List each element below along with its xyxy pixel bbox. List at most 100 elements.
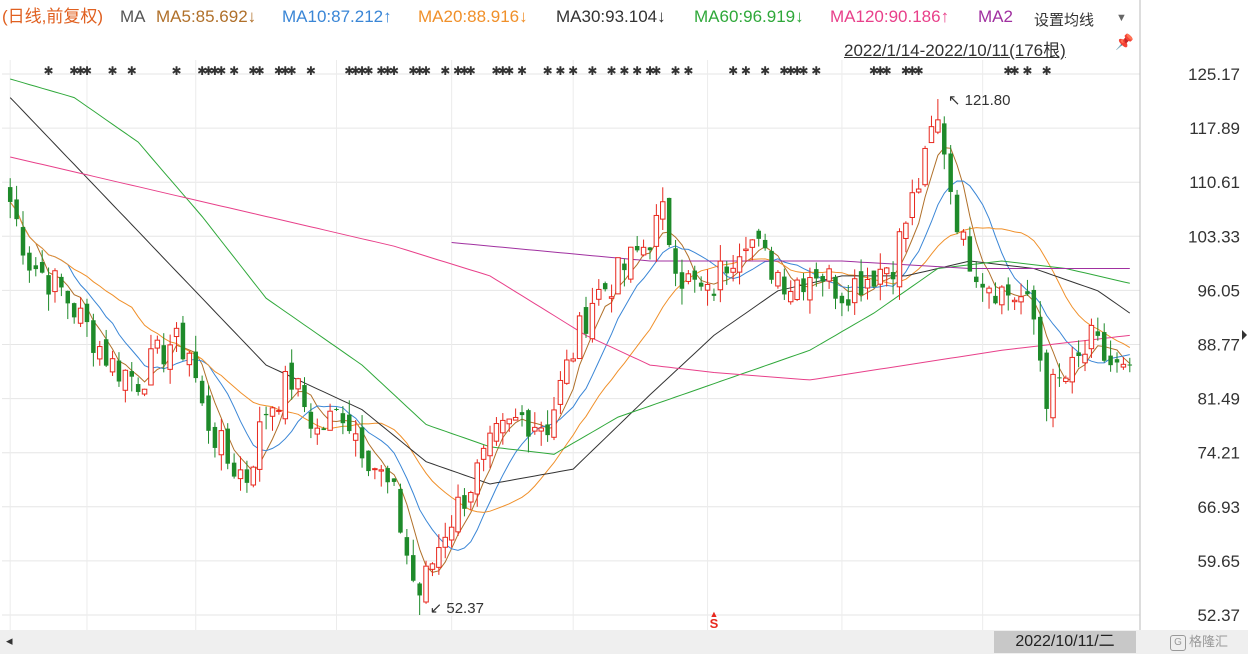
- candles: [7, 99, 1133, 615]
- candle-body-down: [7, 187, 13, 202]
- candle-body-up: [807, 277, 813, 301]
- candle-body-down: [698, 282, 704, 287]
- candle-body-up: [596, 288, 602, 300]
- candle-body-up: [717, 260, 724, 291]
- event-dot: ✱: [619, 64, 629, 78]
- candle-body-up: [736, 256, 743, 273]
- candle-body-down: [180, 322, 186, 360]
- candle-body-up: [935, 119, 941, 133]
- candle-body-up: [749, 239, 756, 248]
- candle-body-down: [993, 295, 998, 304]
- candle-body-down: [820, 276, 825, 282]
- candle-body-down: [1006, 284, 1011, 296]
- candle-body-up: [1088, 324, 1095, 350]
- candle-body-up: [448, 526, 455, 541]
- candle-body-up: [864, 278, 871, 289]
- candle-body-down: [212, 426, 218, 448]
- date-range-label[interactable]: 2022/1/14-2022/10/11(176根): [844, 36, 1066, 61]
- ma-legend-bar: (日线,前复权) MA MA5:85.692↓ MA10:87.212↑ MA20:88…: [0, 0, 1140, 34]
- event-dot: ✱: [798, 64, 808, 78]
- candle-body-up: [372, 468, 378, 471]
- candle-body-down: [967, 236, 973, 272]
- event-dot: ✱: [543, 64, 553, 78]
- ma250-line: [451, 242, 1130, 269]
- candle-body-down: [398, 488, 403, 533]
- candle-body-up: [986, 287, 992, 294]
- candle-body-down: [839, 295, 845, 304]
- candle-body-down: [289, 362, 294, 390]
- y-tick-label: 96.05: [1197, 281, 1240, 300]
- candle-body-down: [1031, 289, 1037, 320]
- watermark: G 格隆汇: [1170, 630, 1248, 654]
- candle-body-up: [141, 388, 148, 395]
- ma-settings-button[interactable]: 设置均线: [1034, 9, 1094, 30]
- candle-body-down: [833, 276, 838, 299]
- candle-body-down: [129, 371, 134, 377]
- event-dot: ✱: [760, 64, 770, 78]
- candle-body-down: [814, 269, 819, 279]
- event-dot: ✱: [82, 64, 92, 78]
- candle-body-up: [570, 358, 576, 362]
- candle-body-down: [347, 414, 352, 432]
- ma5-line: [9, 147, 1131, 573]
- candle-body-up: [423, 565, 429, 603]
- candle-body-down: [39, 261, 45, 273]
- candle-body-down: [14, 199, 19, 220]
- candle-body-up: [660, 201, 666, 220]
- candle-body-down: [1057, 377, 1062, 379]
- ma-legend-item: MA120:90.186↑: [830, 7, 950, 26]
- candle-body-up: [256, 421, 263, 470]
- candle-body-down: [20, 227, 26, 256]
- candle-body-up: [218, 430, 225, 456]
- candle-body-up: [436, 547, 442, 568]
- crosshair-date-tag: 2022/10/11/二: [994, 631, 1136, 653]
- ma-legend-item: MA20:88.916↓: [418, 7, 528, 26]
- candle-body-up: [154, 339, 161, 349]
- event-dot: ✱: [632, 64, 642, 78]
- candle-body-down: [225, 428, 230, 464]
- pin-icon[interactable]: 📌: [1115, 33, 1134, 51]
- candle-body-down: [385, 468, 390, 483]
- candle-body-down: [334, 408, 339, 410]
- event-dot: ✱: [306, 64, 316, 78]
- candle-body-up: [538, 427, 544, 432]
- candle-body-up: [276, 409, 282, 412]
- ma20-line: [9, 201, 1131, 513]
- event-dot: ✱: [1022, 64, 1032, 78]
- chevron-down-icon[interactable]: ▼: [1116, 12, 1127, 24]
- candle-body-up: [826, 268, 832, 282]
- candle-body-up: [564, 359, 570, 384]
- candle-body-up: [474, 462, 480, 495]
- candle-body-up: [730, 267, 736, 273]
- candle-body-down: [666, 197, 672, 246]
- candle-body-up: [77, 307, 84, 324]
- event-dot: ✱: [108, 64, 118, 78]
- y-tick-label: 59.65: [1197, 552, 1240, 571]
- candle-body-down: [711, 293, 717, 296]
- candle-body-down: [602, 283, 608, 290]
- candle-body-up: [928, 126, 935, 144]
- candle-body-down: [91, 320, 96, 353]
- candle-body-down: [948, 153, 953, 192]
- candle-body-down: [103, 339, 109, 366]
- event-dot: ✱: [882, 64, 892, 78]
- right-scroll-arrow-icon[interactable]: [1242, 330, 1247, 340]
- event-dot: ✱: [728, 64, 738, 78]
- candle-body-down: [762, 239, 768, 249]
- event-dot: ✱: [651, 64, 661, 78]
- candle-body-up: [794, 279, 800, 301]
- event-dot: ✱: [568, 64, 578, 78]
- ma-legend-item: MA2: [978, 7, 1013, 26]
- candle-body-down: [417, 583, 422, 596]
- candle-body-up: [640, 246, 647, 256]
- event-dot: ✱: [363, 64, 373, 78]
- scroll-left-icon[interactable]: ◂: [6, 633, 13, 649]
- event-dot: ✱: [466, 64, 476, 78]
- candle-body-down: [1101, 332, 1107, 361]
- event-dot: ✱: [389, 64, 399, 78]
- candle-body-down: [391, 478, 397, 482]
- candle-body-up: [743, 248, 749, 252]
- candle-body-up: [685, 273, 692, 282]
- y-tick-label: 125.17: [1188, 65, 1240, 84]
- candle-body-down: [59, 276, 64, 288]
